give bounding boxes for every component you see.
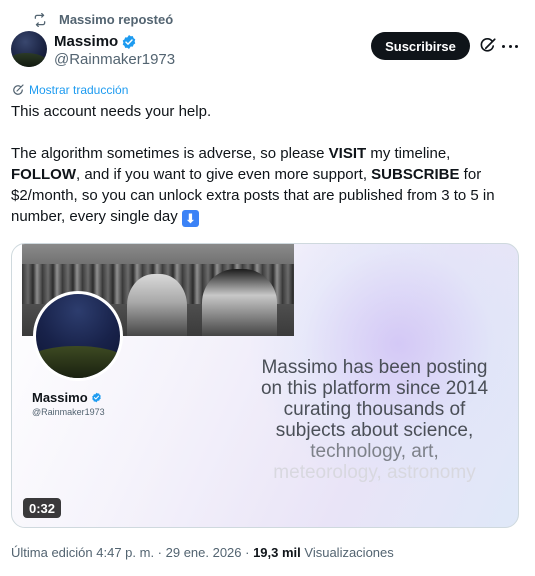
down-arrow-emoji-icon: ⬇ <box>181 210 199 227</box>
translate-icon <box>13 84 24 95</box>
tweet-metadata: Última edición 4:47 p. m. · 29 ene. 2026… <box>11 545 394 560</box>
tweet-line-1: This account needs your help. <box>11 103 212 120</box>
video-verified-badge-icon <box>91 392 101 403</box>
avatar[interactable] <box>11 31 47 67</box>
repost-indicator[interactable]: Massimo reposteó <box>33 12 173 27</box>
repost-label: Massimo reposteó <box>59 12 174 27</box>
show-translation-link[interactable]: Mostrar traducción <box>12 83 128 97</box>
video-card-handle: @Rainmaker1973 <box>32 407 105 417</box>
video-duration-badge: 0:32 <box>23 498 62 518</box>
repost-icon <box>34 12 46 27</box>
author-name[interactable]: Massimo <box>54 33 118 50</box>
grok-icon[interactable] <box>479 37 497 55</box>
video-overlay-text: Massimo has been posting on this platfor… <box>260 357 489 483</box>
views-label: Visualizaciones <box>300 545 394 560</box>
author-handle[interactable]: @Rainmaker1973 <box>54 51 175 68</box>
show-translation-label: Mostrar traducción <box>29 83 129 97</box>
tweet-paragraph-2: The algorithm sometimes is adverse, so p… <box>11 145 495 227</box>
verified-badge-icon <box>122 34 136 49</box>
author-name-row[interactable]: Massimo <box>54 33 137 50</box>
tweet-text: This account needs your help. The algori… <box>11 101 516 227</box>
video-card-name: Massimo <box>32 390 102 405</box>
subscribe-button[interactable]: Suscribirse <box>371 32 470 60</box>
views-count: 19,3 mil <box>253 545 301 560</box>
video-player[interactable]: Massimo @Rainmaker1973 Massimo has been … <box>11 243 519 528</box>
more-options-icon[interactable] <box>502 37 518 55</box>
video-profile-image <box>33 291 123 381</box>
edited-timestamp[interactable]: Última edición 4:47 p. m. · 29 ene. 2026… <box>11 545 253 560</box>
